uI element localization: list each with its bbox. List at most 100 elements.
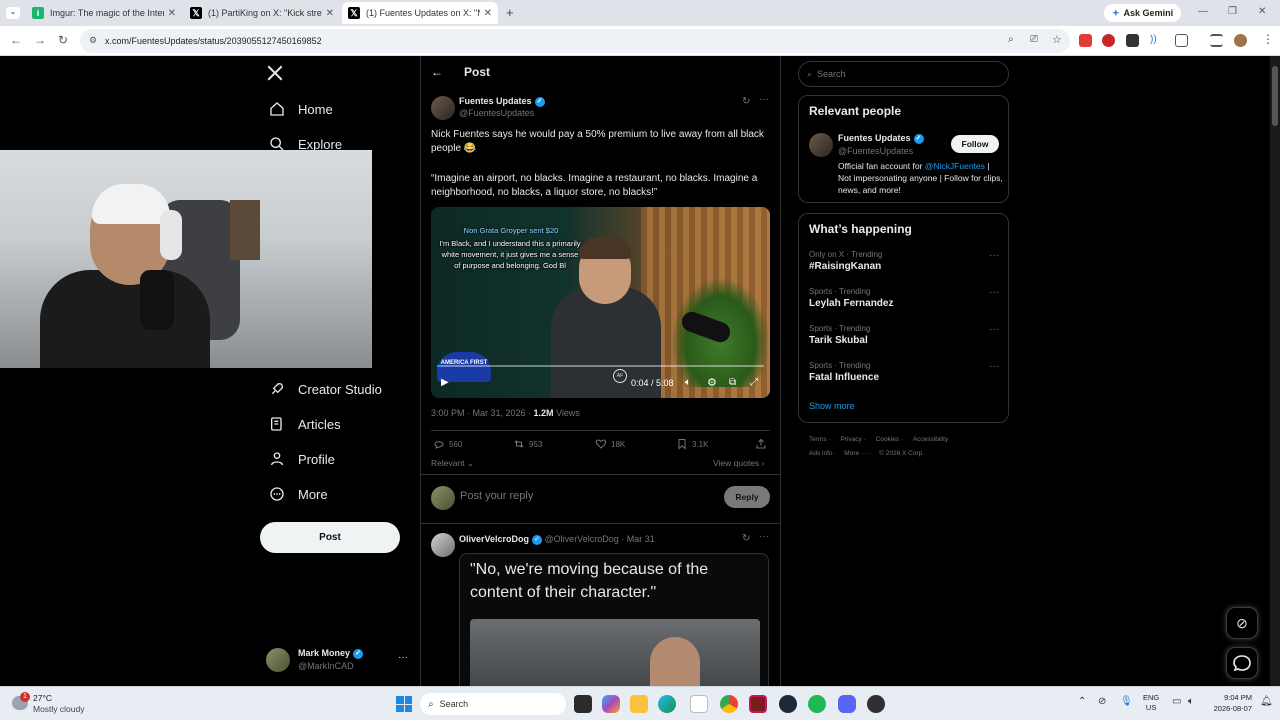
extension-audio-icon[interactable]: )) <box>1150 34 1163 47</box>
close-tab-icon[interactable]: ✕ <box>168 8 176 19</box>
account-more-icon[interactable]: ··· <box>398 652 408 663</box>
browser-menu-icon[interactable]: ⋮ <box>1262 32 1274 46</box>
language-indicator[interactable]: ENG US <box>1143 693 1159 713</box>
sort-relevant-dropdown[interactable]: Relevant ⌄ <box>431 458 474 469</box>
task-view-icon[interactable] <box>574 695 592 713</box>
extension-youtube-icon[interactable] <box>1079 34 1092 47</box>
trend-item[interactable]: Sports · Trending Tarik Skubal ··· <box>809 324 999 346</box>
reply-button[interactable]: Reply <box>724 486 770 508</box>
close-tab-icon[interactable]: ✕ <box>484 8 492 19</box>
post-more-icon[interactable]: ··· <box>759 94 769 105</box>
post-author-avatar[interactable] <box>431 96 455 120</box>
tab-imgur[interactable]: i Imgur: The magic of the Interne ✕ <box>26 2 182 24</box>
tab-partiking[interactable]: 𝕏 (1) PartiKing on X: "Kick stream ✕ <box>184 2 340 24</box>
follow-button[interactable]: Follow <box>951 135 999 153</box>
new-tab-button[interactable]: + <box>506 5 514 20</box>
scrollbar-thumb[interactable] <box>1272 66 1278 126</box>
trend-more-icon[interactable]: ··· <box>989 324 999 335</box>
nav-more[interactable]: More <box>268 485 328 503</box>
nav-home[interactable]: Home <box>268 100 333 118</box>
close-tab-icon[interactable]: ✕ <box>326 8 334 19</box>
reply-author-name[interactable]: OliverVelcroDog <box>459 534 529 544</box>
extensions-puzzle-icon[interactable] <box>1175 34 1188 47</box>
file-explorer-icon[interactable] <box>630 695 648 713</box>
weather-widget[interactable]: 1 27°C Mostly cloudy <box>12 692 112 716</box>
bookmark-action[interactable]: 3.1K <box>676 438 708 450</box>
trend-item[interactable]: Only on X · Trending #RaisingKanan ··· <box>809 250 999 272</box>
spotify-icon[interactable] <box>808 695 826 713</box>
tray-chevron-icon[interactable]: ⌃ <box>1078 696 1086 707</box>
reply-author-avatar[interactable] <box>431 533 455 557</box>
grok-icon[interactable]: ↻ <box>742 533 750 544</box>
reply-action[interactable]: 560 <box>433 438 462 450</box>
post-button[interactable]: Post <box>260 522 400 553</box>
trend-more-icon[interactable]: ··· <box>989 361 999 372</box>
search-box[interactable]: ⌕ Search <box>798 61 1009 87</box>
forward-icon[interactable]: → <box>34 33 46 47</box>
grok-floating-button[interactable]: ⊘ <box>1226 607 1258 639</box>
copilot-icon[interactable] <box>602 695 620 713</box>
reply-author-handle[interactable]: @OliverVelcroDog <box>545 534 619 544</box>
post-author-handle[interactable]: @FuentesUpdates <box>459 108 534 118</box>
notifications-icon[interactable]: 🔔︎ <box>1260 696 1273 707</box>
minimize-icon[interactable]: — <box>1198 6 1208 17</box>
show-more-link[interactable]: Show more <box>809 401 855 411</box>
page-scrollbar[interactable] <box>1270 56 1280 686</box>
grok-icon[interactable]: ↻ <box>742 96 750 107</box>
footer-cookies-link[interactable]: Cookies <box>876 436 899 443</box>
view-quotes-link[interactable]: View quotes › <box>713 458 764 468</box>
footer-privacy-link[interactable]: Privacy <box>840 436 861 443</box>
footer-more-link[interactable]: More ··· <box>844 450 867 457</box>
nav-creator-studio[interactable]: Creator Studio <box>268 380 382 398</box>
windows-start-icon[interactable] <box>396 696 412 712</box>
bookmark-star-icon[interactable]: ☆ <box>1052 33 1062 46</box>
relevant-person-name[interactable]: Fuentes Updates ✓ <box>838 133 924 144</box>
ask-gemini-button[interactable]: ✦ Ask Gemini <box>1104 4 1182 22</box>
footer-ads-info-link[interactable]: Ads info <box>809 450 833 457</box>
account-switcher[interactable]: Mark Money ✓ @MarkInCAD ··· <box>266 646 412 676</box>
extension-gear-icon[interactable] <box>1126 34 1139 47</box>
settings-gear-icon[interactable]: ⚙ <box>707 376 717 389</box>
play-icon[interactable]: ▶ <box>441 377 449 388</box>
microphone-icon[interactable]: 🎙︎ <box>1120 696 1133 707</box>
share-action[interactable] <box>755 438 771 450</box>
pip-icon[interactable]: ⧉ <box>729 377 736 388</box>
profile-avatar-icon[interactable] <box>1234 34 1247 47</box>
install-app-icon[interactable]: ⎚ <box>1030 34 1038 45</box>
footer-terms-link[interactable]: Terms <box>809 436 827 443</box>
network-off-icon[interactable]: ⊘ <box>1098 696 1106 707</box>
edge-icon[interactable] <box>658 695 676 713</box>
back-arrow-icon[interactable]: ← <box>431 65 443 79</box>
discord-icon[interactable] <box>838 695 856 713</box>
tab-list-chevron-icon[interactable]: ⌄ <box>6 7 20 19</box>
nav-articles[interactable]: Articles <box>268 415 341 433</box>
trend-item[interactable]: Sports · Trending Fatal Influence ··· <box>809 361 999 383</box>
reading-list-icon[interactable] <box>1210 34 1223 47</box>
kick-next-icon[interactable] <box>749 695 767 713</box>
relevant-person-avatar[interactable] <box>809 133 833 157</box>
steam-icon[interactable] <box>779 695 797 713</box>
fullscreen-icon[interactable]: ⤢ <box>750 377 758 388</box>
footer-accessibility-link[interactable]: Accessibility <box>913 436 948 443</box>
bio-mention-link[interactable]: @NickJFuentes <box>925 161 985 171</box>
app-icon[interactable] <box>690 695 708 713</box>
reply-image[interactable]: "No, we're moving because of the content… <box>459 553 769 686</box>
volume-icon[interactable]: 🔈︎ <box>685 377 691 388</box>
reply-more-icon[interactable]: ··· <box>759 531 769 542</box>
zoom-icon[interactable]: ⌕ <box>1008 34 1014 45</box>
clock[interactable]: 9:04 PM 2026-08-07 <box>1206 692 1252 714</box>
taskbar-search[interactable]: ⌕ Search <box>420 693 566 715</box>
back-icon[interactable]: ← <box>10 33 22 47</box>
address-bar[interactable]: ⚙ x.com/FuentesUpdates/status/2039055127… <box>80 29 1070 53</box>
reply-input[interactable]: Post your reply <box>460 490 710 506</box>
obs-icon[interactable] <box>867 695 885 713</box>
post-author-name[interactable]: Fuentes Updates ✓ <box>459 96 545 107</box>
post-video[interactable]: AMERICA FIRST Non Grata Groyper sent $20… <box>431 207 770 398</box>
site-info-icon[interactable]: ⚙ <box>89 35 97 46</box>
trend-more-icon[interactable]: ··· <box>989 250 999 261</box>
volume-icon[interactable]: 🔈︎ <box>1188 696 1194 707</box>
display-icon[interactable]: ▭ <box>1172 696 1181 707</box>
messages-floating-button[interactable] <box>1226 647 1258 679</box>
reload-icon[interactable]: ↻ <box>58 33 68 47</box>
video-progress-track[interactable] <box>437 365 764 367</box>
